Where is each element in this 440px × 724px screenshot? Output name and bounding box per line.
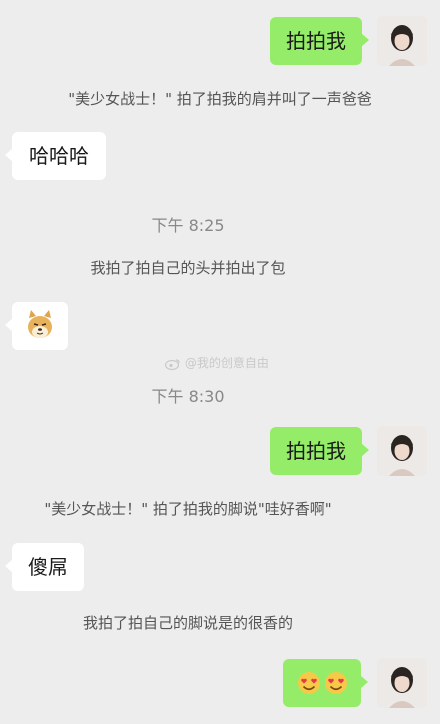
- pat-system-message: "美少女战士！" 拍了拍我的肩并叫了一声爸爸: [68, 90, 372, 108]
- weibo-logo-icon: [164, 358, 180, 370]
- pat-system-message: 我拍了拍自己的头并拍出了包: [90, 259, 286, 277]
- avatar-photo: [377, 658, 427, 708]
- watermark-text: @我的创意自由: [184, 356, 269, 370]
- outgoing-message-bubble[interactable]: 拍拍我: [270, 17, 369, 65]
- message-text: 拍拍我: [286, 439, 346, 463]
- incoming-message-bubble[interactable]: 傻屌: [5, 543, 84, 591]
- message-text: 拍拍我: [286, 29, 346, 53]
- pat-system-message: "美少女战士！" 拍了拍我的脚说"哇好香啊": [44, 500, 332, 518]
- heart-eyes-emoji-pair: [298, 672, 347, 694]
- incoming-sticker-bubble[interactable]: [5, 302, 68, 350]
- outgoing-sticker-bubble[interactable]: [283, 659, 368, 707]
- heart-eyes-emoji-icon: [298, 672, 320, 694]
- doge-emoji-icon: [28, 310, 52, 338]
- timestamp: 下午 8:25: [151, 216, 225, 235]
- avatar-photo: [377, 426, 427, 476]
- heart-eyes-emoji-icon: [325, 672, 347, 694]
- user-avatar[interactable]: [377, 426, 427, 476]
- outgoing-message-bubble[interactable]: 拍拍我: [270, 427, 369, 475]
- avatar-photo: [377, 16, 427, 66]
- watermark: @我的创意自由: [164, 354, 269, 371]
- pat-system-message: 我拍了拍自己的脚说是的很香的: [82, 614, 293, 632]
- message-text: 哈哈哈: [29, 144, 89, 168]
- message-text: 傻屌: [28, 555, 68, 579]
- user-avatar[interactable]: [377, 658, 427, 708]
- incoming-message-bubble[interactable]: 哈哈哈: [5, 132, 106, 180]
- timestamp: 下午 8:30: [151, 387, 225, 406]
- user-avatar[interactable]: [377, 16, 427, 66]
